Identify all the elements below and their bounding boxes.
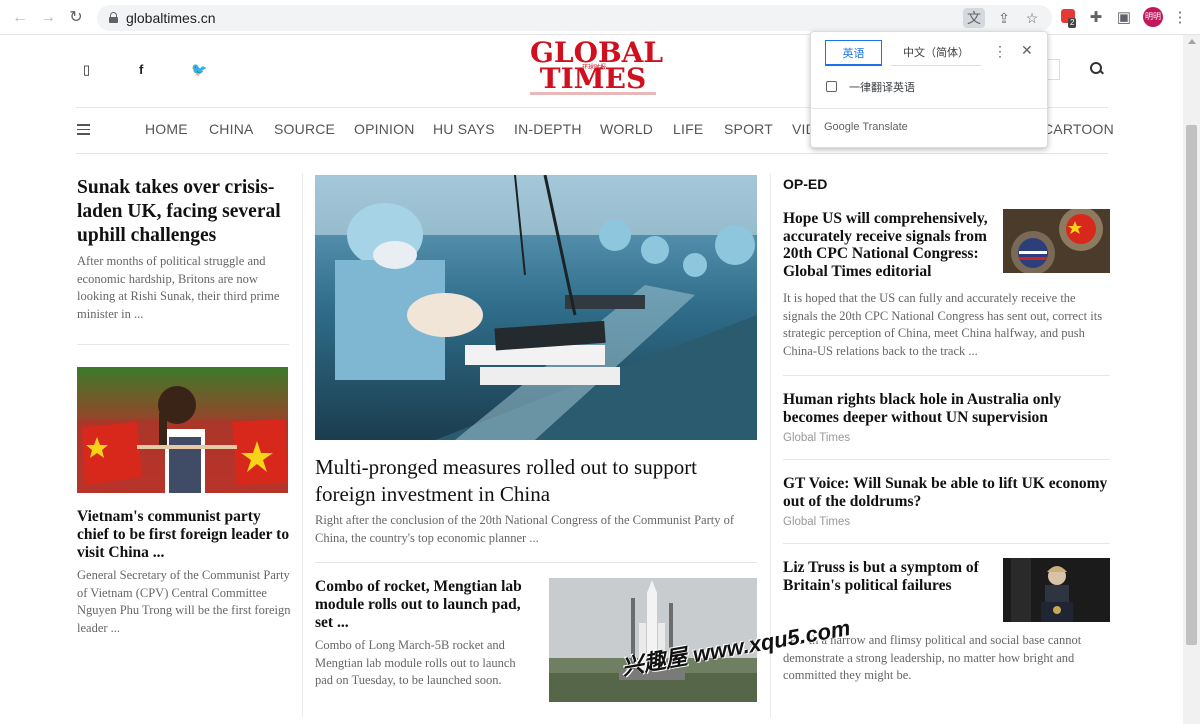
search-icon[interactable]	[1089, 61, 1105, 77]
story-summary-vietnam: General Secretary of the Communist Party…	[77, 568, 291, 636]
us-china-gears-image[interactable]	[1003, 209, 1110, 273]
back-icon[interactable]: ←	[10, 8, 30, 28]
close-icon[interactable]: ✕	[1021, 42, 1033, 59]
nav-item-source[interactable]: SOURCE	[274, 121, 335, 137]
page-scrollbar[interactable]	[1183, 35, 1200, 724]
nav-item-hu-says[interactable]: HU SAYS	[433, 121, 495, 137]
nav-item-world[interactable]: WORLD	[600, 121, 653, 137]
nav-item-home[interactable]: HOME	[145, 121, 188, 137]
extensions-puzzle-icon[interactable]: ✚	[1086, 8, 1106, 28]
browser-menu-icon[interactable]: ⋮	[1170, 8, 1190, 28]
center-divider	[315, 562, 757, 563]
site-logo[interactable]: GLOBAL TIMES 环球时报	[530, 39, 663, 96]
hamburger-menu-icon[interactable]	[77, 124, 90, 135]
factory-workers-image[interactable]	[315, 175, 757, 440]
reload-icon[interactable]: ↻	[66, 8, 86, 28]
oped-divider-1	[783, 375, 1110, 376]
twitter-icon[interactable]: 🐦	[191, 62, 207, 78]
extension-badge: 2	[1068, 18, 1077, 28]
column-divider-left	[302, 173, 303, 718]
share-icon[interactable]: ⇪	[993, 8, 1015, 28]
oped-headline-truss[interactable]: Liz Truss is but a symptom of Britain's …	[783, 559, 993, 594]
nav-item-life[interactable]: LIFE	[673, 121, 703, 137]
always-translate-checkbox[interactable]	[826, 81, 837, 92]
left-divider	[77, 344, 289, 345]
story-summary-sunak: After months of political struggle and e…	[77, 254, 280, 322]
nav-item-opinion[interactable]: OPINION	[354, 121, 415, 137]
story-headline-mengtian[interactable]: Combo of rocket, Mengtian lab module rol…	[315, 578, 535, 632]
oped-section-title[interactable]: OP-ED	[783, 176, 827, 192]
story-summary-investment: Right after the conclusion of the 20th N…	[315, 513, 735, 545]
address-bar[interactable]: globaltimes.cn 文 ⇪ ☆	[97, 5, 1052, 31]
translate-popup: 英语 中文（简体） ⋮ ✕ 一律翻译英语 Google Translate	[810, 31, 1048, 148]
story-summary-mengtian: Combo of Long March-5B rocket and Mengti…	[315, 638, 516, 688]
nav-divider	[76, 153, 1108, 154]
translate-icon[interactable]: 文	[963, 8, 985, 28]
nav-item-sport[interactable]: SPORT	[724, 121, 773, 137]
oped-source-gt-voice: Global Times	[783, 516, 851, 528]
scroll-up-arrow-icon[interactable]	[1188, 39, 1196, 44]
logo-underline	[530, 92, 656, 95]
more-options-icon[interactable]: ⋮	[993, 43, 1007, 60]
story-headline-sunak[interactable]: Sunak takes over crisis-laden UK, facing…	[77, 176, 292, 248]
always-translate-label: 一律翻译英语	[849, 82, 915, 94]
oped-divider-2	[783, 459, 1110, 460]
nav-item-in-depth[interactable]: IN-DEPTH	[514, 121, 582, 137]
vietnam-flags-image[interactable]	[77, 367, 288, 493]
nav-item-cartoon[interactable]: CARTOON	[1043, 121, 1114, 137]
lock-icon[interactable]	[109, 12, 118, 23]
google-translate-label: Google Translate	[824, 121, 908, 133]
oped-headline-australia[interactable]: Human rights black hole in Australia onl…	[783, 391, 1093, 426]
scroll-thumb[interactable]	[1186, 125, 1197, 645]
profile-avatar[interactable]: 明明	[1143, 7, 1163, 27]
url-text[interactable]: globaltimes.cn	[126, 10, 216, 26]
oped-divider-3	[783, 543, 1110, 544]
translate-divider	[811, 108, 1047, 109]
oped-summary-us-signals: It is hoped that the US can fully and ac…	[783, 291, 1103, 359]
story-headline-investment[interactable]: Multi-pronged measures rolled out to sup…	[315, 454, 755, 508]
story-headline-vietnam[interactable]: Vietnam's communist party chief to be fi…	[77, 508, 292, 562]
side-panel-icon[interactable]: ▣	[1114, 8, 1134, 28]
facebook-icon[interactable]: f	[139, 62, 143, 77]
browser-toolbar: ← → ↻ globaltimes.cn 文 ⇪ ☆ 2 ✚ ▣ 明明 ⋮	[0, 0, 1200, 35]
oped-headline-gt-voice[interactable]: GT Voice: Will Sunak be able to lift UK …	[783, 475, 1113, 510]
logo-chinese: 环球时报	[582, 65, 607, 71]
forward-icon[interactable]: →	[38, 8, 58, 28]
oped-source-australia: Global Times	[783, 432, 851, 444]
translate-tab-source[interactable]: 英语	[825, 40, 882, 66]
bookmark-star-icon[interactable]: ☆	[1021, 8, 1043, 28]
liz-truss-image[interactable]	[1003, 558, 1110, 622]
nav-item-china[interactable]: CHINA	[209, 121, 254, 137]
oped-headline-us-signals[interactable]: Hope US will comprehensively, accurately…	[783, 210, 997, 280]
mobile-icon[interactable]: ▯	[83, 62, 90, 78]
translate-tab-target[interactable]: 中文（简体）	[891, 40, 981, 66]
